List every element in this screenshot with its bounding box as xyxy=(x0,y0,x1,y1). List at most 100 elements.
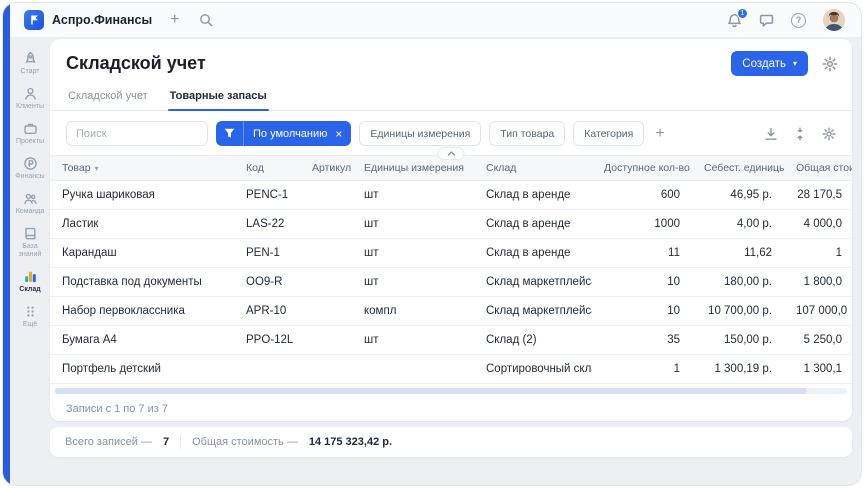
book-icon xyxy=(23,226,38,241)
sidebar-item-warehouse[interactable]: Склад xyxy=(11,267,49,296)
sidebar-item-clients[interactable]: Клиенты xyxy=(11,84,49,113)
chevron-down-icon: ▾ xyxy=(793,59,797,68)
table-row[interactable]: Ручка шариковая PENC-1 шт Склад в аренде… xyxy=(50,181,852,210)
rocket-icon xyxy=(23,51,38,66)
column-header-qty[interactable]: Доступное кол-во xyxy=(592,156,692,181)
more-dots-icon xyxy=(23,304,38,319)
total-records-label: Всего записей — xyxy=(65,436,152,448)
cell-total-cost: 28 170,5 xyxy=(784,181,852,210)
tab-warehouse-accounting[interactable]: Складской учет xyxy=(66,85,150,110)
cell-total-cost: 5 250,0 xyxy=(784,326,852,355)
remove-filter-icon[interactable]: × xyxy=(335,128,351,140)
cell-unit-cost: 4,00 р. xyxy=(692,210,784,239)
help-button[interactable]: ? xyxy=(791,13,806,28)
tab-bar: Складской учет Товарные запасы xyxy=(50,85,852,111)
cell-code: PENC-1 xyxy=(234,181,300,210)
scrollbar-thumb[interactable] xyxy=(55,388,807,394)
quick-add-icon[interactable]: + xyxy=(170,12,179,28)
column-header-article[interactable]: Артикул xyxy=(300,156,352,181)
export-download-icon[interactable] xyxy=(764,127,778,141)
chat-icon xyxy=(759,13,774,28)
filter-units-button[interactable]: Единицы измерения xyxy=(359,121,481,146)
sidebar-item-label: Старт xyxy=(20,68,39,76)
table-row[interactable]: Бумага А4 PPO-12L шт Склад (2) 35 150,00… xyxy=(50,326,852,355)
cell-unit: шт xyxy=(352,181,474,210)
avatar[interactable] xyxy=(823,9,845,31)
records-info: Записи с 1 по 7 из 7 xyxy=(50,394,852,421)
cell-unit xyxy=(352,355,474,384)
cell-total-cost: 1 300,1 xyxy=(784,355,852,384)
page-settings-gear-icon[interactable] xyxy=(822,56,838,72)
coin-icon xyxy=(23,156,38,171)
search-icon[interactable] xyxy=(199,13,213,27)
cell-qty: 600 xyxy=(592,181,692,210)
sidebar-item-team[interactable]: Команда xyxy=(11,189,49,218)
table-row[interactable]: Карандаш PEN-1 шт Склад в аренде 11 11,6… xyxy=(50,239,852,268)
cell-unit: шт xyxy=(352,268,474,297)
create-button[interactable]: Создать ▾ xyxy=(731,51,808,76)
cell-product: Ручка шариковая xyxy=(50,181,234,210)
total-records-value: 7 xyxy=(163,436,169,448)
table-zone: Товар▾ Код Артикул Единицы измерения Скл… xyxy=(50,155,852,421)
default-filter-chip[interactable]: По умолчанию × xyxy=(216,121,351,146)
cell-total-cost: 1 800,0 xyxy=(784,268,852,297)
filter-category-button[interactable]: Категория xyxy=(573,121,644,146)
cell-qty: 1000 xyxy=(592,210,692,239)
notifications-button[interactable]: 1 xyxy=(727,13,742,28)
cell-qty: 11 xyxy=(592,239,692,268)
cell-qty: 1 xyxy=(592,355,692,384)
sidebar-item-finance[interactable]: Финансы xyxy=(11,154,49,183)
table-row[interactable]: Портфель детский Сортировочный склад 1 1… xyxy=(50,355,852,384)
table-body: Ручка шариковая PENC-1 шт Склад в аренде… xyxy=(50,181,852,384)
table-row[interactable]: Набор первоклассника APR-10 компл Склад … xyxy=(50,297,852,326)
table-settings-gear-icon[interactable] xyxy=(822,127,836,141)
collapse-panel-button[interactable] xyxy=(438,147,465,160)
cell-product: Ластик xyxy=(50,210,234,239)
cell-warehouse: Склад в аренде xyxy=(474,210,592,239)
column-header-product[interactable]: Товар▾ xyxy=(50,156,234,181)
cell-article xyxy=(300,181,352,210)
sidebar-item-more[interactable]: Ещё xyxy=(11,302,49,331)
cell-warehouse: Склад маркетплейса xyxy=(474,297,592,326)
cell-article xyxy=(300,326,352,355)
horizontal-scrollbar[interactable] xyxy=(55,388,847,394)
sidebar-item-start[interactable]: Старт xyxy=(11,49,49,78)
sidebar-item-knowledge-base[interactable]: База знаний xyxy=(11,224,49,261)
team-icon xyxy=(23,191,38,206)
search-input[interactable] xyxy=(66,121,208,146)
app-logo-icon[interactable] xyxy=(24,10,44,30)
cell-unit: шт xyxy=(352,326,474,355)
app-window: Аспро.Финансы + 1 ? xyxy=(2,2,862,486)
cell-total-cost: 1 xyxy=(784,239,852,268)
cell-article xyxy=(300,268,352,297)
cell-unit-cost: 10 700,00 р. xyxy=(692,297,784,326)
cell-qty: 10 xyxy=(592,268,692,297)
notification-badge: 1 xyxy=(737,8,748,19)
tab-inventory[interactable]: Товарные запасы xyxy=(168,85,269,110)
cell-code: OO9-R xyxy=(234,268,300,297)
sidebar-item-label: Склад xyxy=(19,286,40,294)
filter-product-type-button[interactable]: Тип товара xyxy=(489,121,565,146)
cell-warehouse: Сортировочный склад xyxy=(474,355,592,384)
column-header-total-cost[interactable]: Общая стоимость xyxy=(784,156,852,181)
column-header-unit-cost[interactable]: Себест. единицы xyxy=(692,156,784,181)
total-cost-label: Общая стоимость — xyxy=(192,436,298,448)
page-title: Складской учет xyxy=(66,53,206,74)
cell-unit-cost: 1 300,19 р. xyxy=(692,355,784,384)
chat-button[interactable] xyxy=(759,13,774,28)
table-row[interactable]: Ластик LAS-22 шт Склад в аренде 1000 4,0… xyxy=(50,210,852,239)
table-row[interactable]: Подставка под документы OO9-R шт Склад м… xyxy=(50,268,852,297)
cell-total-cost: 107 000,0 xyxy=(784,297,852,326)
main-panel: Складской учет Создать ▾ Складской учет … xyxy=(50,39,852,421)
cell-code: PPO-12L xyxy=(234,326,300,355)
cell-unit: компл xyxy=(352,297,474,326)
sidebar-item-projects[interactable]: Проекты xyxy=(11,119,49,148)
column-header-code[interactable]: Код xyxy=(234,156,300,181)
cell-product: Бумага А4 xyxy=(50,326,234,355)
column-header-warehouse[interactable]: Склад xyxy=(474,156,592,181)
collapse-rows-icon[interactable] xyxy=(793,127,807,141)
total-cost-value: 14 175 323,42 р. xyxy=(309,436,392,448)
person-icon xyxy=(23,86,38,101)
cell-code: PEN-1 xyxy=(234,239,300,268)
add-filter-icon[interactable]: + xyxy=(655,126,664,142)
